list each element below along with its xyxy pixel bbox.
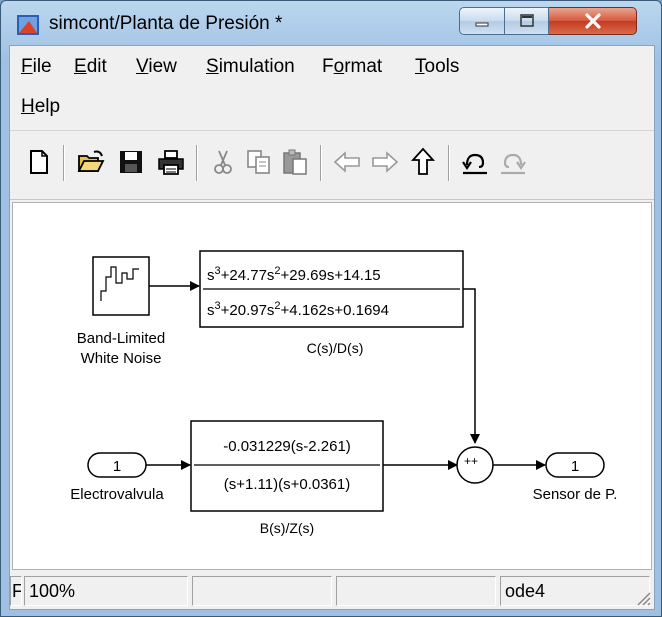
open-button[interactable] xyxy=(76,147,106,177)
new-button[interactable] xyxy=(24,147,54,177)
tf2-caption: B(s)/Z(s) xyxy=(260,520,314,536)
menu-tools-label: ools xyxy=(424,56,460,77)
menu-edit[interactable]: Edit xyxy=(74,56,107,78)
new-file-icon xyxy=(30,150,48,174)
up-button[interactable] xyxy=(408,147,438,177)
redo-icon xyxy=(501,153,526,175)
menu-help[interactable]: Help xyxy=(21,96,60,118)
resize-grip-icon[interactable] xyxy=(634,589,652,607)
cut-icon xyxy=(214,150,232,174)
paste-icon xyxy=(283,149,307,175)
menu-format-mnemonic: o xyxy=(333,56,345,77)
white-noise-block[interactable] xyxy=(92,256,150,316)
minimize-button[interactable] xyxy=(459,7,505,35)
menu-edit-mnemonic: E xyxy=(74,56,87,77)
menu-file-label: ile xyxy=(32,56,52,77)
toolbar-separator xyxy=(63,145,65,181)
menu-bar: File Edit View Simulation Format Tools H… xyxy=(10,46,654,130)
tf2-numerator: -0.031229(s-2.261) xyxy=(223,438,351,455)
copy-button[interactable] xyxy=(244,147,274,177)
save-icon xyxy=(120,151,142,173)
model-window: simcont/Planta de Presión * File Edit Vi… xyxy=(0,0,662,617)
menu-format[interactable]: Format xyxy=(322,56,382,78)
menu-edit-label: dit xyxy=(86,56,107,77)
outport-number: 1 xyxy=(571,458,579,475)
title-bar[interactable]: simcont/Planta de Presión * xyxy=(1,1,661,45)
inport-label: Electrovalvula xyxy=(70,486,164,503)
status-first-cell: F xyxy=(10,576,22,606)
menu-view-mnemonic: V xyxy=(136,56,149,77)
inport-number: 1 xyxy=(113,458,121,475)
forward-arrow-icon xyxy=(372,151,399,173)
back-arrow-icon xyxy=(333,151,360,173)
menu-simulation-mnemonic: S xyxy=(206,56,219,77)
toolbar-separator xyxy=(448,145,450,181)
menu-help-label: elp xyxy=(34,96,61,117)
open-folder-icon xyxy=(77,150,105,172)
copy-icon xyxy=(247,150,270,174)
menu-help-mnemonic: H xyxy=(21,96,35,117)
undo-icon xyxy=(462,153,487,175)
noise-block-label-line2: White Noise xyxy=(81,350,162,367)
simulink-model-icon xyxy=(17,15,39,35)
window-client-area: File Edit View Simulation Format Tools H… xyxy=(9,45,655,610)
tf2-denominator: (s+1.11)(s+0.0361) xyxy=(224,476,350,493)
redo-button[interactable] xyxy=(498,147,528,177)
menu-view-label: iew xyxy=(148,56,177,77)
menu-file[interactable]: File xyxy=(21,56,52,78)
back-button[interactable] xyxy=(332,147,362,177)
menu-tools-mnemonic: T xyxy=(415,56,425,77)
status-zoom: 100% xyxy=(24,576,188,606)
model-canvas[interactable]: Band-Limited White Noise s3+24.77s2+29.6… xyxy=(12,202,652,570)
menu-simulation[interactable]: Simulation xyxy=(206,56,295,78)
status-cell-3 xyxy=(192,576,332,606)
close-icon xyxy=(584,13,601,29)
toolbar-separator xyxy=(320,145,322,181)
forward-button[interactable] xyxy=(370,147,400,177)
menu-view[interactable]: View xyxy=(136,56,177,78)
up-arrow-icon xyxy=(410,147,436,175)
status-solver: ode4 xyxy=(500,576,650,606)
transfer-fcn-b-z-block[interactable] xyxy=(190,420,384,512)
cut-button[interactable] xyxy=(208,147,238,177)
paste-button[interactable] xyxy=(280,147,310,177)
block-diagram: Band-Limited White Noise s3+24.77s2+29.6… xyxy=(70,250,618,536)
status-bar: F 100% ode4 xyxy=(10,572,654,609)
window-title: simcont/Planta de Presión * xyxy=(49,13,283,34)
tf1-caption: C(s)/D(s) xyxy=(307,340,364,356)
menu-format-label: rmat xyxy=(344,56,383,77)
toolbar xyxy=(10,130,654,200)
print-icon xyxy=(158,150,184,175)
menu-tools[interactable]: Tools xyxy=(415,56,459,78)
close-button[interactable] xyxy=(549,7,637,35)
menu-format-prefix: F xyxy=(322,56,334,77)
menu-simulation-label: imulation xyxy=(218,56,295,77)
maximize-button[interactable] xyxy=(505,7,549,35)
noise-block-label-line1: Band-Limited xyxy=(77,330,165,347)
caption-buttons xyxy=(459,7,637,35)
tf1-denominator: s3+20.97s2+4.162s+0.1694 xyxy=(207,300,389,319)
toolbar-separator xyxy=(196,145,198,181)
signal-line-tf1-to-sum xyxy=(463,288,480,444)
minimize-icon xyxy=(475,22,489,27)
tf1-numerator: s3+24.77s2+29.69s+14.15 xyxy=(207,265,381,284)
save-button[interactable] xyxy=(116,147,146,177)
outport-label: Sensor de P. xyxy=(533,486,618,503)
menu-file-mnemonic: F xyxy=(21,56,33,77)
print-button[interactable] xyxy=(156,147,186,177)
status-cell-4 xyxy=(336,576,496,606)
undo-button[interactable] xyxy=(460,147,490,177)
sum-signs: ++ xyxy=(464,454,478,468)
maximize-icon xyxy=(519,14,534,27)
